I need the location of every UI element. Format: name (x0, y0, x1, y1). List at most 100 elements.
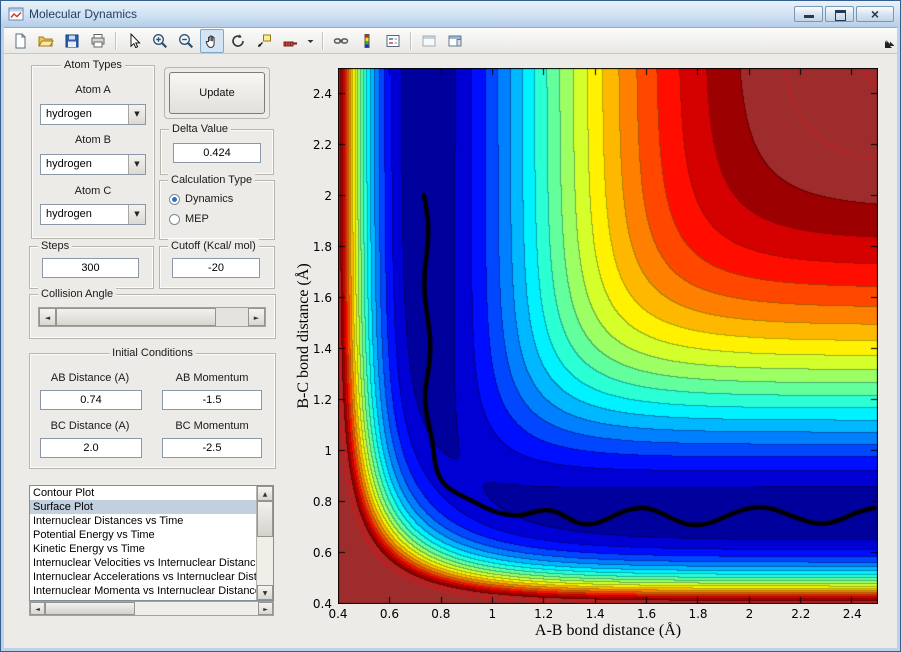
print-figure-icon[interactable] (86, 29, 110, 53)
zoom-out-icon[interactable] (174, 29, 198, 53)
atom-a-value: hydrogen (46, 108, 92, 120)
hide-plot-tools-icon[interactable] (417, 29, 441, 53)
slider-right-arrow-icon[interactable] (248, 308, 265, 326)
list-item[interactable]: Internuclear Distances vs Time (30, 514, 258, 528)
ab-momentum-field[interactable] (162, 390, 262, 410)
y-tick-label: 2 (294, 189, 332, 203)
atom-c-dropdown-arrow-icon[interactable] (128, 205, 145, 224)
ab-distance-label: AB Distance (A) (34, 372, 146, 384)
scroll-right-arrow-icon[interactable] (258, 602, 273, 615)
radio-mep-label: MEP (185, 213, 209, 225)
app-window: Molecular Dynamics Atom Types Atom A hyd… (0, 0, 901, 652)
list-item[interactable]: Internuclear Momenta vs Internuclear Dis… (30, 584, 258, 598)
toolbar-separator (115, 32, 117, 50)
radio-mep[interactable]: MEP (169, 212, 209, 226)
y-tick-label: 0.6 (294, 546, 332, 560)
x-tick-label: 1.8 (678, 607, 718, 621)
close-button[interactable] (856, 6, 894, 22)
delta-value-field[interactable] (173, 143, 261, 163)
zoom-in-icon[interactable] (148, 29, 172, 53)
scroll-up-arrow-icon[interactable] (257, 486, 273, 501)
radio-dynamics-label: Dynamics (185, 193, 233, 205)
show-plot-tools-icon[interactable] (443, 29, 467, 53)
bc-momentum-field[interactable] (162, 438, 262, 458)
list-item[interactable]: Internuclear Velocities vs Internuclear … (30, 556, 258, 570)
pan-icon[interactable] (200, 29, 224, 53)
atom-types-panel: Atom Types Atom A hydrogen Atom B hydrog… (31, 65, 155, 239)
collision-angle-panel: Collision Angle (29, 294, 276, 339)
y-tick-label: 1.8 (294, 240, 332, 254)
atom-c-label: Atom C (32, 185, 154, 197)
list-item[interactable]: Surface Plot (30, 500, 258, 514)
scroll-down-arrow-icon[interactable] (257, 585, 273, 600)
scroll-left-arrow-icon[interactable] (30, 602, 45, 615)
ab-distance-field[interactable] (40, 390, 142, 410)
x-tick-label: 1.6 (627, 607, 667, 621)
insert-legend-icon[interactable] (381, 29, 405, 53)
figure-window-icon (8, 6, 24, 22)
cutoff-title: Cutoff (Kcal/ mol) (168, 239, 259, 253)
atom-b-value: hydrogen (46, 158, 92, 170)
rotate-3d-icon[interactable] (226, 29, 250, 53)
list-item[interactable]: Internuclear Accelerations vs Internucle… (30, 570, 258, 584)
steps-title: Steps (38, 239, 72, 253)
slider-left-arrow-icon[interactable] (39, 308, 56, 326)
link-plot-icon[interactable] (329, 29, 353, 53)
edit-plot-icon[interactable] (122, 29, 146, 53)
y-tick-label: 0.8 (294, 495, 332, 509)
atom-b-dropdown-arrow-icon[interactable] (128, 155, 145, 174)
brush-icon[interactable] (278, 29, 302, 53)
calculation-type-title: Calculation Type (168, 173, 255, 187)
initial-conditions-panel: Initial Conditions AB Distance (A) AB Mo… (29, 353, 276, 469)
listbox-items: Contour PlotSurface PlotInternuclear Dis… (30, 486, 273, 598)
list-item[interactable]: Kinetic Energy vs Time (30, 542, 258, 556)
bc-distance-label: BC Distance (A) (34, 420, 146, 432)
atom-a-select[interactable]: hydrogen (40, 104, 146, 125)
plot-type-listbox[interactable]: Contour PlotSurface PlotInternuclear Dis… (29, 485, 274, 601)
list-item[interactable]: Contour Plot (30, 486, 258, 500)
y-tick-label: 1.4 (294, 342, 332, 356)
calculation-type-panel: Calculation Type Dynamics MEP (159, 180, 275, 240)
maximize-button[interactable] (825, 6, 854, 22)
data-cursor-icon[interactable] (252, 29, 276, 53)
y-tick-label: 1 (294, 444, 332, 458)
bc-distance-field[interactable] (40, 438, 142, 458)
listbox-horizontal-scrollbar[interactable] (29, 601, 274, 616)
atom-b-select[interactable]: hydrogen (40, 154, 146, 175)
toolbar-separator (410, 32, 412, 50)
title-bar[interactable]: Molecular Dynamics (1, 1, 900, 28)
x-tick-label: 1.4 (575, 607, 615, 621)
atom-c-select[interactable]: hydrogen (40, 204, 146, 225)
cutoff-field[interactable] (172, 258, 260, 278)
collision-angle-slider[interactable] (38, 307, 266, 327)
insert-colorbar-icon[interactable] (355, 29, 379, 53)
open-file-icon[interactable] (34, 29, 58, 53)
new-figure-icon[interactable] (8, 29, 32, 53)
listbox-vertical-scrollbar[interactable] (256, 486, 273, 600)
brush-dropdown-icon[interactable] (304, 29, 317, 53)
maximize-icon (835, 10, 846, 21)
atom-c-value: hydrogen (46, 208, 92, 220)
radio-dynamics[interactable]: Dynamics (169, 192, 233, 206)
slider-thumb[interactable] (56, 308, 216, 326)
toolbar-separator (322, 32, 324, 50)
toolbar-overflow-icon[interactable] (884, 36, 896, 48)
atom-a-dropdown-arrow-icon[interactable] (128, 105, 145, 124)
list-item[interactable]: Potential Energy vs Time (30, 528, 258, 542)
atom-a-label: Atom A (32, 84, 154, 96)
window-title: Molecular Dynamics (29, 7, 137, 21)
minimize-button[interactable] (794, 6, 823, 22)
x-tick-label: 0.8 (421, 607, 461, 621)
contour-plot[interactable] (338, 68, 878, 604)
horizontal-scroll-thumb[interactable] (45, 602, 135, 615)
vertical-scroll-thumb[interactable] (257, 501, 273, 537)
x-axis-label: A-B bond distance (Å) (338, 622, 878, 640)
steps-field[interactable] (42, 258, 139, 278)
ab-momentum-label: AB Momentum (156, 372, 268, 384)
delta-value-panel: Delta Value (160, 129, 274, 175)
initial-conditions-title: Initial Conditions (109, 346, 196, 360)
x-tick-label: 1 (472, 607, 512, 621)
update-button[interactable]: Update (169, 72, 265, 114)
atom-b-label: Atom B (32, 134, 154, 146)
save-figure-icon[interactable] (60, 29, 84, 53)
